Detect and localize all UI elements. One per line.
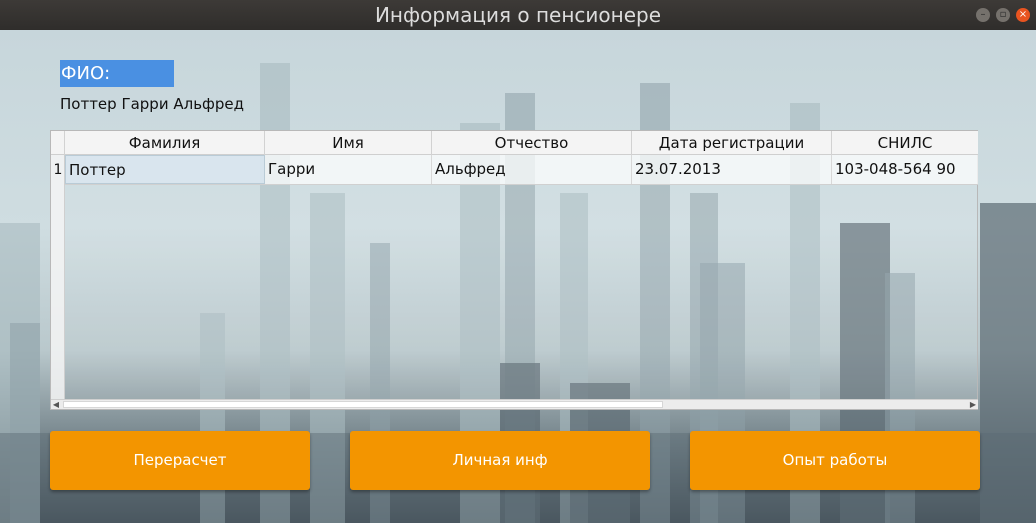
cell-surname[interactable]: Поттер bbox=[65, 155, 265, 184]
recalculation-button[interactable]: Перерасчет bbox=[50, 431, 310, 490]
pensioner-table[interactable]: Фамилия Имя Отчество Дата регистрации СН… bbox=[50, 130, 978, 410]
cell-snils[interactable]: 103-048-564 90 bbox=[832, 155, 978, 184]
close-icon[interactable]: × bbox=[1016, 8, 1030, 22]
cell-name[interactable]: Гарри bbox=[265, 155, 432, 184]
horizontal-scrollbar[interactable]: ◀ ▶ bbox=[51, 399, 978, 409]
fio-value: Поттер Гарри Альфред bbox=[60, 95, 244, 113]
window-title: Информация о пенсионере bbox=[374, 3, 662, 27]
scroll-left-icon[interactable]: ◀ bbox=[51, 400, 61, 410]
column-header-patronymic[interactable]: Отчество bbox=[432, 131, 632, 155]
work-experience-button[interactable]: Опыт работы bbox=[690, 431, 980, 490]
column-header-name[interactable]: Имя bbox=[265, 131, 432, 155]
row-header-column bbox=[51, 155, 65, 402]
cell-registration-date[interactable]: 23.07.2013 bbox=[632, 155, 832, 184]
scroll-right-icon[interactable]: ▶ bbox=[968, 400, 978, 410]
column-header-snils[interactable]: СНИЛС bbox=[832, 131, 978, 155]
corner-header[interactable] bbox=[51, 131, 65, 155]
scrollbar-thumb[interactable] bbox=[63, 401, 663, 408]
maximize-icon[interactable]: ▫ bbox=[996, 8, 1010, 22]
minimize-icon[interactable]: – bbox=[976, 8, 990, 22]
column-header-surname[interactable]: Фамилия bbox=[65, 131, 265, 155]
fio-label: ФИО: bbox=[60, 60, 174, 87]
cell-patronymic[interactable]: Альфред bbox=[432, 155, 632, 184]
table-header: Фамилия Имя Отчество Дата регистрации СН… bbox=[51, 131, 978, 155]
row-number[interactable]: 1 bbox=[51, 155, 65, 185]
personal-info-button[interactable]: Личная инф bbox=[350, 431, 650, 490]
table-row[interactable]: Поттер Гарри Альфред 23.07.2013 103-048-… bbox=[65, 155, 978, 185]
window-titlebar: Информация о пенсионере – ▫ × bbox=[0, 0, 1036, 30]
column-header-registration-date[interactable]: Дата регистрации bbox=[632, 131, 832, 155]
